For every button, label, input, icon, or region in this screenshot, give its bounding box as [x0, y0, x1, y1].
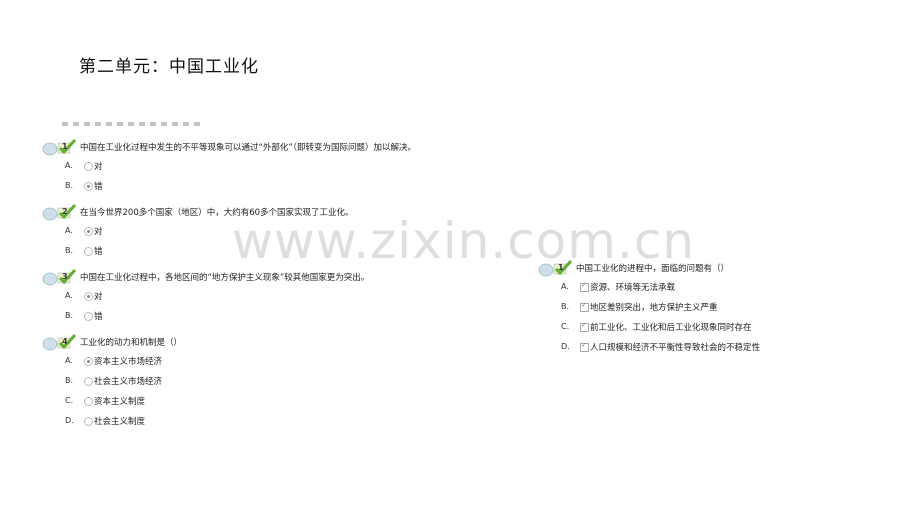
checkbox-checked[interactable]	[580, 301, 589, 312]
question-number: 3	[62, 272, 68, 281]
option-text: 错	[94, 182, 103, 192]
option-letter: A.	[65, 161, 73, 170]
question-number: 4	[62, 337, 68, 346]
question-text: 在当今世界200多个国家（地区）中，大约有60多个国家实现了工业化。	[80, 208, 354, 218]
checkbox-checked[interactable]	[580, 321, 589, 332]
question-status-icon	[42, 269, 76, 287]
option-letter: C.	[65, 396, 74, 405]
question-text: 工业化的动力和机制是（）	[80, 338, 183, 348]
radio-button[interactable]	[84, 417, 93, 426]
radio-button-selected[interactable]	[84, 182, 93, 191]
option-text: 前工业化、工业化和后工业化现象同时存在	[590, 323, 752, 333]
radio-button[interactable]	[84, 312, 93, 321]
option-letter: B.	[65, 181, 74, 190]
option-letter: C.	[561, 322, 570, 331]
option-text: 对	[94, 227, 103, 237]
radio-button[interactable]	[84, 377, 93, 386]
option-letter: A.	[561, 282, 569, 291]
option-text: 资本主义制度	[94, 397, 146, 407]
question-status-icon	[42, 334, 76, 352]
option-text: 社会主义制度	[94, 417, 146, 427]
question-number: 1	[62, 142, 68, 151]
checkbox-checked[interactable]	[580, 281, 589, 292]
option-text: 错	[94, 247, 103, 257]
cropped-text-remnant	[62, 122, 202, 126]
radio-button-selected[interactable]	[84, 357, 93, 366]
option-letter: B.	[65, 246, 74, 255]
option-text: 人口规模和经济不平衡性导致社会的不稳定性	[590, 343, 761, 353]
question-text: 中国在工业化过程中发生的不平等现象可以通过“外部化”（即转变为国际问题）加以解决…	[80, 143, 417, 153]
radio-button-selected[interactable]	[84, 227, 93, 236]
option-letter: B.	[65, 311, 74, 320]
option-letter: A.	[65, 291, 73, 300]
option-text: 错	[94, 312, 103, 322]
option-text: 社会主义市场经济	[94, 377, 163, 387]
radio-button-selected[interactable]	[84, 292, 93, 301]
radio-button[interactable]	[84, 162, 93, 171]
option-letter: D.	[65, 416, 74, 425]
radio-button[interactable]	[84, 397, 93, 406]
option-letter: A.	[65, 226, 73, 235]
page-title: 第二单元：中国工业化	[79, 57, 259, 77]
option-letter: B.	[65, 376, 74, 385]
question-text: 中国在工业化过程中，各地区间的“地方保护主义现象”较其他国家更为突出。	[80, 273, 370, 283]
checkbox-checked[interactable]	[580, 341, 589, 352]
option-text: 对	[94, 162, 103, 172]
question-status-icon	[42, 204, 76, 222]
option-letter: B.	[561, 302, 570, 311]
option-letter: D.	[561, 342, 570, 351]
option-text: 资本主义市场经济	[94, 357, 163, 367]
question-status-icon	[538, 260, 572, 278]
question-status-icon	[42, 139, 76, 157]
option-text: 资源、环境等无法承载	[590, 283, 676, 293]
option-text: 地区差别突出，地方保护主义严重	[590, 303, 718, 313]
question-number: 2	[62, 207, 68, 216]
option-text: 对	[94, 292, 103, 302]
question-text: 中国工业化的进程中，面临的问题有（）	[576, 264, 730, 274]
question-number: 1	[558, 263, 564, 272]
radio-button[interactable]	[84, 247, 93, 256]
option-letter: A.	[65, 356, 73, 365]
